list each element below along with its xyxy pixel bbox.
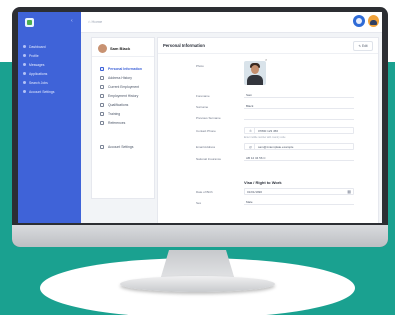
menu-item-label: Address History bbox=[108, 75, 132, 80]
phone-icon: ✆ bbox=[247, 128, 255, 133]
menu-item-label: References bbox=[108, 120, 126, 125]
profile-name: Sam Black bbox=[110, 46, 131, 51]
menu-item-references[interactable]: References bbox=[100, 118, 154, 127]
sidebar-item-account-settings[interactable]: Account Settings bbox=[23, 87, 79, 96]
breadcrumb-label: Home bbox=[91, 19, 103, 24]
menu-item-label: Qualifications bbox=[108, 102, 129, 107]
sidebar: ‹ Dashboard Profile Messages Application… bbox=[18, 12, 81, 223]
forename-field[interactable]: Sam bbox=[244, 92, 354, 98]
field-label: Email Address bbox=[196, 145, 216, 149]
sidebar-item-label: Messages bbox=[29, 62, 45, 67]
briefcase-icon bbox=[100, 84, 104, 89]
sidebar-item-label: Profile bbox=[29, 53, 39, 58]
menu-item-personal-information[interactable]: Personal Information bbox=[100, 64, 154, 73]
menu-item-current-employment[interactable]: Current Employment bbox=[100, 82, 154, 91]
sidebar-item-label: Account Settings bbox=[29, 89, 55, 94]
sidebar-item-profile[interactable]: Profile bbox=[23, 51, 79, 60]
user-icon bbox=[100, 66, 104, 71]
top-bar: ⌂ Home bbox=[81, 12, 382, 33]
national-insurance-field[interactable]: AB 12 34 56 C bbox=[244, 155, 354, 161]
sidebar-nav: Dashboard Profile Messages Applications … bbox=[23, 42, 79, 96]
sidebar-item-search-jobs[interactable]: Search Jobs bbox=[23, 78, 79, 87]
menu-item-label: Employment History bbox=[108, 93, 139, 98]
menu-item-label: Personal Information bbox=[108, 66, 142, 71]
app-screen: ‹ Dashboard Profile Messages Application… bbox=[18, 12, 382, 223]
field-label: Contact Phone bbox=[196, 129, 216, 133]
dashboard-icon bbox=[23, 45, 26, 48]
photo-head bbox=[251, 65, 259, 74]
briefcase-icon bbox=[23, 72, 26, 75]
field-label: National Insurance bbox=[196, 157, 222, 161]
home-icon bbox=[100, 75, 104, 80]
notifications-icon[interactable] bbox=[353, 15, 365, 27]
menu-item-account-settings[interactable]: Account Settings bbox=[100, 142, 133, 151]
app-logo-icon[interactable] bbox=[25, 18, 34, 27]
email-value: sam@cvtemplate.example bbox=[258, 144, 294, 149]
personal-information-panel: Personal Information ✎ Edit Photo × Fore… bbox=[157, 37, 379, 223]
profile-menu-card: Sam Black Personal Information Address H… bbox=[91, 37, 155, 199]
menu-item-label: Training bbox=[108, 111, 121, 116]
certificate-icon bbox=[100, 102, 104, 107]
field-label: Surname bbox=[196, 105, 209, 109]
sex-field[interactable]: Male bbox=[244, 199, 354, 205]
sidebar-item-messages[interactable]: Messages bbox=[23, 60, 79, 69]
divider bbox=[158, 53, 378, 54]
edit-button[interactable]: ✎ Edit bbox=[353, 41, 373, 51]
history-icon bbox=[100, 93, 104, 98]
profile-photo[interactable] bbox=[244, 61, 266, 85]
menu-item-training[interactable]: Training bbox=[100, 109, 154, 118]
photo-label: Photo bbox=[196, 64, 204, 68]
sidebar-item-label: Search Jobs bbox=[29, 80, 48, 85]
edit-button-label: Edit bbox=[362, 44, 368, 48]
sidebar-item-label: Dashboard bbox=[29, 44, 46, 49]
people-icon bbox=[100, 120, 104, 125]
divider bbox=[92, 56, 154, 57]
profile-avatar bbox=[98, 44, 107, 53]
sidebar-item-label: Applications bbox=[29, 71, 48, 76]
sidebar-item-applications[interactable]: Applications bbox=[23, 69, 79, 78]
remove-photo-icon[interactable]: × bbox=[265, 57, 267, 62]
field-label: Date of Birth bbox=[196, 190, 213, 194]
book-icon bbox=[100, 111, 104, 116]
field-label: Sex bbox=[196, 201, 202, 205]
user-icon bbox=[23, 54, 26, 57]
profile-menu: Personal Information Address History Cur… bbox=[100, 64, 154, 127]
mail-icon bbox=[23, 63, 26, 66]
search-icon bbox=[23, 81, 26, 84]
phone-field[interactable]: ✆ 07800 123 456 bbox=[244, 127, 354, 134]
menu-item-address-history[interactable]: Address History bbox=[100, 73, 154, 82]
breadcrumb[interactable]: ⌂ Home bbox=[88, 19, 102, 24]
menu-item-label: Current Employment bbox=[108, 84, 140, 89]
user-avatar[interactable] bbox=[368, 15, 379, 27]
menu-item-employment-history[interactable]: Employment History bbox=[100, 91, 154, 100]
monitor: ‹ Dashboard Profile Messages Application… bbox=[12, 7, 388, 247]
email-field[interactable]: @ sam@cvtemplate.example bbox=[244, 143, 354, 150]
mail-icon: @ bbox=[247, 144, 255, 149]
monitor-chin bbox=[12, 225, 388, 247]
surname-field[interactable]: Black bbox=[244, 103, 354, 109]
monitor-stand-base bbox=[120, 276, 275, 292]
calendar-icon[interactable]: ▦ bbox=[347, 189, 351, 194]
field-label: Forename bbox=[196, 94, 210, 98]
section-title: Visa / Right to Work bbox=[244, 180, 282, 185]
menu-item-qualifications[interactable]: Qualifications bbox=[100, 100, 154, 109]
gear-icon bbox=[100, 144, 104, 149]
previous-surname-field[interactable] bbox=[244, 114, 354, 120]
phone-hint: Enter mobile number with country code bbox=[244, 136, 286, 139]
collapse-sidebar-icon[interactable]: ‹ bbox=[71, 18, 73, 24]
menu-item-label: Account Settings bbox=[108, 144, 134, 149]
photo-body bbox=[247, 75, 263, 85]
date-of-birth-field[interactable]: 01/01/1990 ▦ bbox=[244, 188, 354, 195]
date-of-birth-value: 01/01/1990 bbox=[247, 189, 263, 194]
phone-value: 07800 123 456 bbox=[258, 128, 279, 133]
gear-icon bbox=[23, 90, 26, 93]
sidebar-item-dashboard[interactable]: Dashboard bbox=[23, 42, 79, 51]
field-label: Previous Surname bbox=[196, 116, 221, 120]
panel-title: Personal Information bbox=[163, 43, 205, 48]
